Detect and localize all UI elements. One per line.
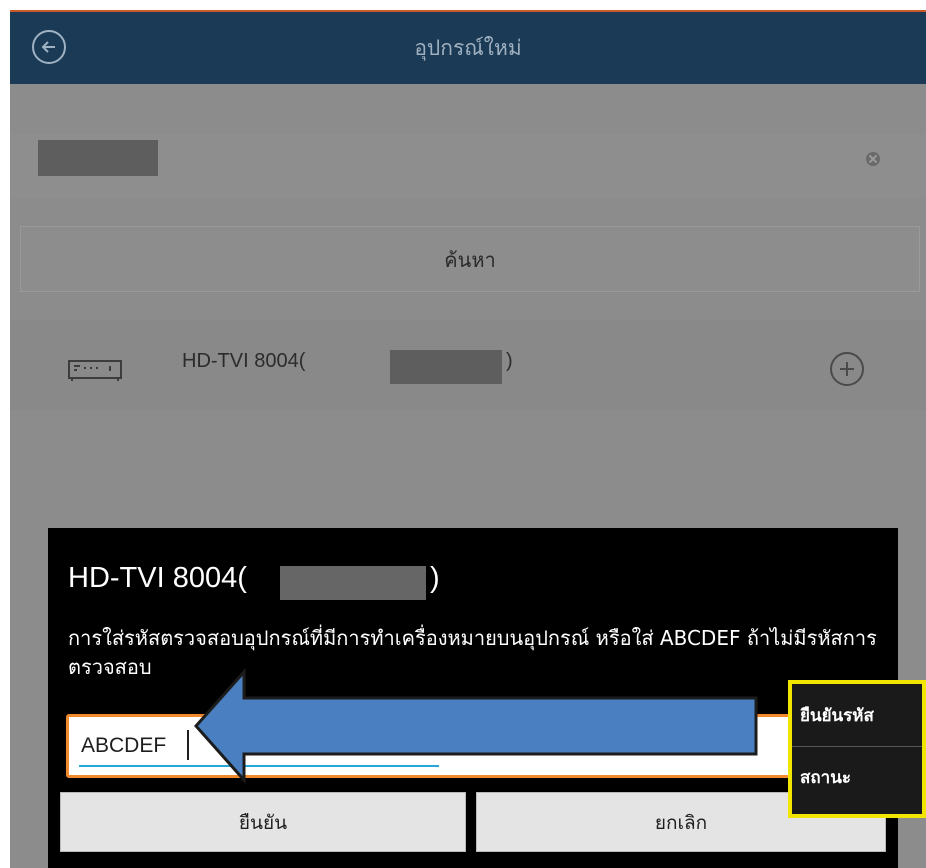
add-icon[interactable] [830,352,864,386]
dvr-device-icon [68,360,122,381]
redacted-device-serial [390,350,502,384]
confirm-button[interactable]: ยืนยัน [60,792,466,852]
redacted-serial [38,140,158,176]
dialog-title: HD-TVI 8004( [68,562,247,594]
popup-divider [792,746,922,747]
device-name: HD-TVI 8004( [182,350,306,372]
popup-item-status[interactable]: สถานะ [800,764,851,791]
top-strip [0,0,926,10]
page-title: อุปกรณ์ใหม่ [414,36,522,60]
clear-icon[interactable] [866,152,880,166]
device-name-close: ) [506,350,513,372]
device-list-item[interactable]: HD-TVI 8004( ) [10,320,926,410]
verification-code-value: ABCDEF [81,734,167,757]
search-button[interactable]: ค้นหา [20,226,920,292]
context-popup: ยืนยันรหัส สถานะ [788,680,926,818]
dialog-title-close: ) [430,562,440,594]
redacted-dialog-serial [280,566,426,600]
text-caret [187,730,189,760]
header-bar: อุปกรณ์ใหม่ [10,10,926,84]
annotation-arrow-icon [194,668,758,784]
popup-item-confirm-code[interactable]: ยืนยันรหัส [800,702,874,729]
search-field-row[interactable] [10,134,926,198]
